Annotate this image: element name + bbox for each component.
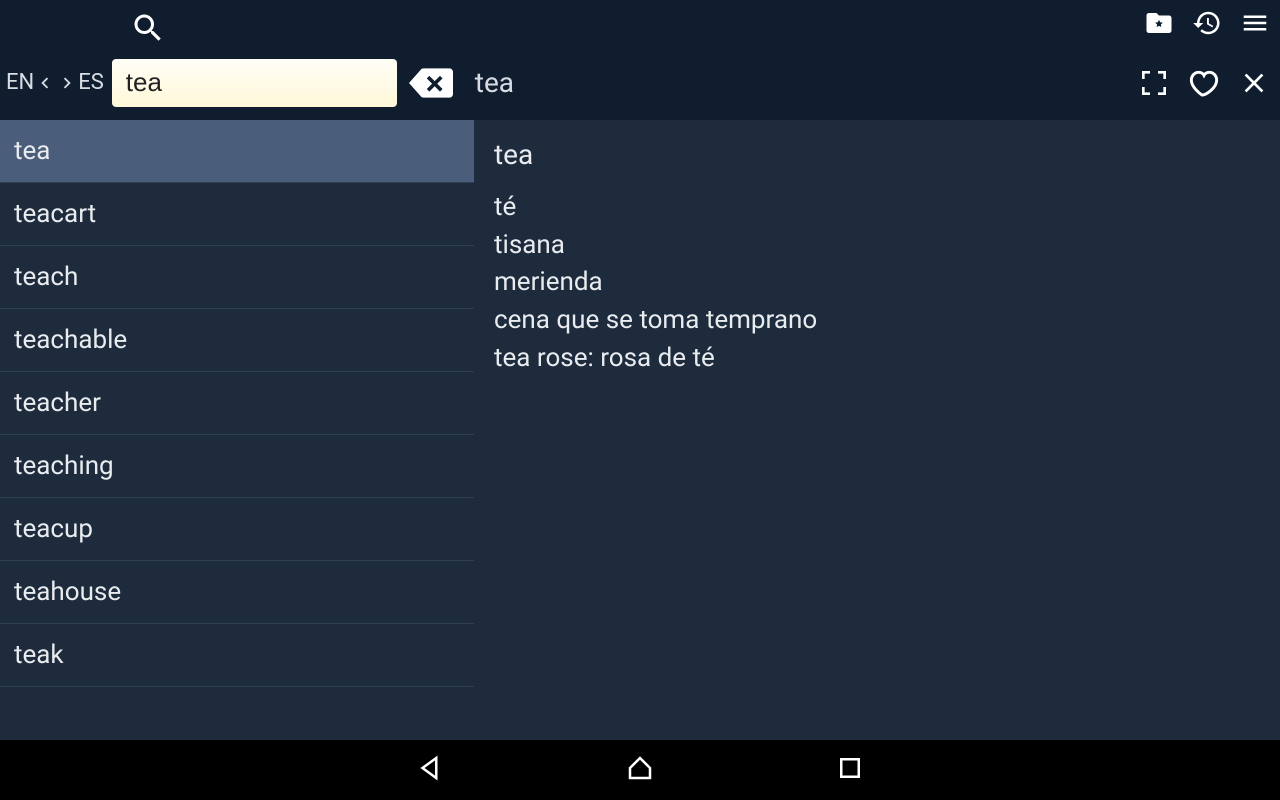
backspace-x-icon xyxy=(409,61,453,105)
definition-title: tea xyxy=(494,138,1260,171)
top-right-icons xyxy=(1144,8,1270,38)
definition-line: cena que se toma temprano xyxy=(494,302,1260,340)
history-icon[interactable] xyxy=(1192,8,1222,38)
definition-line: tisana xyxy=(494,227,1260,265)
lang-to-label: ES xyxy=(78,70,104,95)
chevron-left-icon xyxy=(34,72,56,94)
list-item[interactable]: teacart xyxy=(0,183,474,246)
list-item[interactable]: teacher xyxy=(0,372,474,435)
nav-home-button[interactable] xyxy=(625,753,655,787)
favorites-folder-icon[interactable] xyxy=(1144,8,1174,38)
swap-arrows xyxy=(34,72,78,94)
language-switch[interactable]: EN ES xyxy=(6,70,104,95)
fullscreen-icon[interactable] xyxy=(1138,67,1170,99)
triangle-back-icon xyxy=(415,753,445,783)
definition-panel: tea tétisanameriendacena que se toma tem… xyxy=(474,120,1280,740)
list-item[interactable]: teach xyxy=(0,246,474,309)
list-item[interactable]: teaching xyxy=(0,435,474,498)
list-item[interactable]: tea xyxy=(0,120,474,183)
close-icon[interactable] xyxy=(1238,67,1270,99)
chevron-right-icon xyxy=(56,72,78,94)
top-bar xyxy=(0,0,1280,55)
nav-recents-button[interactable] xyxy=(835,753,865,787)
list-item[interactable]: teahouse xyxy=(0,561,474,624)
lang-from-label: EN xyxy=(6,70,34,95)
square-recents-icon xyxy=(835,753,865,783)
definition-line: tea rose: rosa de té xyxy=(494,340,1260,378)
list-item[interactable]: teachable xyxy=(0,309,474,372)
list-item[interactable]: teak xyxy=(0,624,474,687)
search-input[interactable] xyxy=(112,59,397,107)
nav-back-button[interactable] xyxy=(415,753,445,787)
header-word: tea xyxy=(475,66,514,99)
definition-line: merienda xyxy=(494,264,1260,302)
detail-action-icons xyxy=(1138,67,1270,99)
suggestions-list[interactable]: teateacartteachteachableteacherteachingt… xyxy=(0,120,474,740)
menu-icon[interactable] xyxy=(1240,8,1270,38)
list-item[interactable]: teacup xyxy=(0,498,474,561)
home-outline-icon xyxy=(625,753,655,783)
definition-lines: tétisanameriendacena que se toma tempran… xyxy=(494,189,1260,377)
search-icon[interactable] xyxy=(130,10,166,46)
system-nav-bar xyxy=(0,740,1280,800)
content-area: teateacartteachteachableteacherteachingt… xyxy=(0,120,1280,740)
search-row: EN ES tea xyxy=(0,55,1280,120)
clear-search-button[interactable] xyxy=(407,61,455,105)
heart-icon[interactable] xyxy=(1188,67,1220,99)
definition-line: té xyxy=(494,189,1260,227)
